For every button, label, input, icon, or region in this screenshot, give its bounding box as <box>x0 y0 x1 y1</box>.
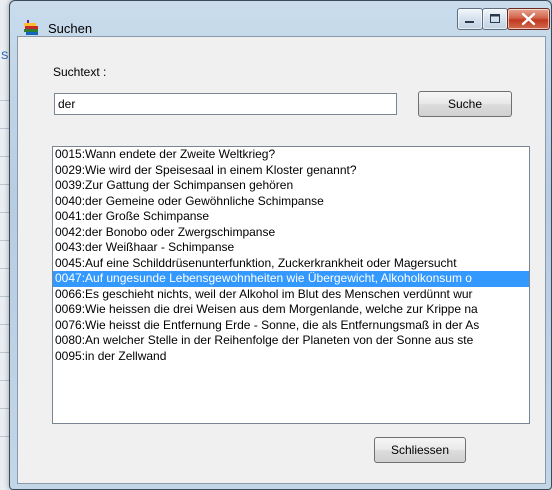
list-item[interactable]: 0039:Zur Gattung der Schimpansen gehören <box>53 178 529 194</box>
search-input[interactable] <box>54 93 397 115</box>
list-item[interactable]: 0042:der Bonobo oder Zwergschimpanse <box>53 225 529 241</box>
list-item[interactable]: 0040:der Gemeine oder Gewöhnliche Schimp… <box>53 194 529 210</box>
search-dialog: Suchen Suchtext : Suche 0015:Wann endete… <box>9 0 552 490</box>
search-label: Suchtext : <box>53 65 107 79</box>
list-item[interactable]: 0069:Wie heissen die drei Weisen aus dem… <box>53 302 529 318</box>
list-item[interactable]: 0095:in der Zellwand <box>53 349 529 365</box>
list-item[interactable]: 0045:Auf eine Schilddrüsenunterfunktion,… <box>53 256 529 272</box>
search-button[interactable]: Suche <box>418 91 512 117</box>
window-title: Suchen <box>48 21 93 36</box>
close-icon <box>521 12 536 26</box>
minimize-button[interactable] <box>457 8 483 30</box>
list-item[interactable]: 0080:An welcher Stelle in der Reihenfolg… <box>53 333 529 349</box>
results-list[interactable]: 0015:Wann endete der Zweite Weltkrieg? 00… <box>52 146 530 424</box>
maximize-button[interactable] <box>482 8 508 30</box>
close-dialog-button[interactable]: Schliessen <box>374 437 466 463</box>
title-bar[interactable]: Suchen <box>10 1 551 37</box>
minimize-icon <box>465 21 474 23</box>
books-icon <box>24 20 38 35</box>
close-button[interactable] <box>507 8 550 30</box>
list-item[interactable]: 0066:Es geschieht nichts, weil der Alkoh… <box>53 287 529 303</box>
maximize-icon <box>490 14 500 23</box>
list-item[interactable]: 0015:Wann endete der Zweite Weltkrieg? <box>53 147 529 163</box>
dialog-client-area: Suchtext : Suche 0015:Wann endete der Zw… <box>17 36 546 484</box>
list-item[interactable]: 0076:Wie heisst die Entfernung Erde - So… <box>53 318 529 334</box>
list-item[interactable]: 0029:Wie wird der Speisesaal in einem Kl… <box>53 163 529 179</box>
list-item[interactable]: 0043:der Weißhaar - Schimpanse <box>53 240 529 256</box>
list-item[interactable]: 0041:der Große Schimpanse <box>53 209 529 225</box>
list-item[interactable]: 0047:Auf ungesunde Lebensgewohnheiten wi… <box>53 271 529 287</box>
